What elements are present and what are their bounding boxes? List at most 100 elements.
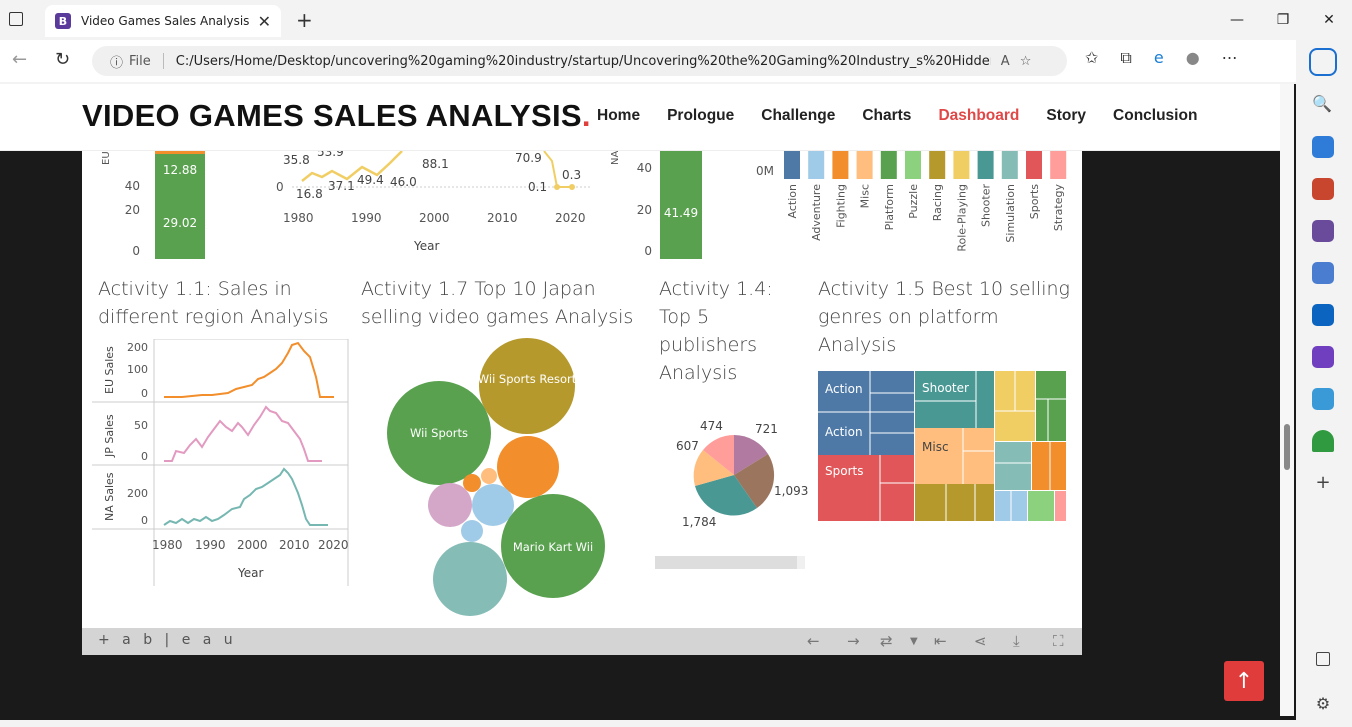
- undo-icon[interactable]: ←: [807, 632, 820, 650]
- genre-bar: [929, 151, 946, 179]
- shopping-icon[interactable]: [1312, 136, 1334, 158]
- eu-axis-label: EU: [101, 151, 112, 165]
- download-icon[interactable]: ⤓: [1013, 632, 1020, 650]
- tab-actions-icon[interactable]: [9, 12, 23, 26]
- tableau-dashboard[interactable]: EU 40 20 0 12.88 29.02 0 35.8 53.9 16.8 …: [82, 151, 1082, 628]
- info-icon[interactable]: ⓘ: [110, 52, 123, 71]
- line-label: 35.8: [283, 153, 310, 167]
- games-icon[interactable]: [1312, 220, 1334, 242]
- genre-bar: [880, 151, 897, 179]
- microsoft365-icon[interactable]: [1312, 262, 1334, 284]
- fullscreen-icon[interactable]: ⛶: [1053, 632, 1064, 650]
- pie-label: 607: [676, 439, 699, 453]
- tab-title: Video Games Sales Analysis: [81, 14, 250, 28]
- x-tick: 1990: [195, 538, 226, 552]
- revert-all-icon[interactable]: ⇤: [934, 632, 947, 650]
- back-icon[interactable]: ←: [12, 49, 27, 70]
- nav-dashboard[interactable]: Dashboard: [938, 107, 1019, 125]
- jp-panel: [153, 401, 349, 466]
- send-icon[interactable]: [1312, 388, 1334, 410]
- copilot-icon[interactable]: [1309, 48, 1337, 76]
- site-header: VIDEO GAMES SALES ANALYSIS. Home Prologu…: [0, 84, 1280, 151]
- tile: [915, 428, 994, 484]
- brand-text: VIDEO GAMES SALES ANALYSIS: [82, 98, 582, 133]
- browser-tab[interactable]: B Video Games Sales Analysis ✕: [45, 5, 281, 37]
- genre-bar: [856, 151, 873, 179]
- genre-label: Misc: [859, 184, 872, 208]
- y-tick: 0: [276, 180, 284, 194]
- minimize-icon[interactable]: —: [1214, 0, 1260, 40]
- nav-challenge[interactable]: Challenge: [761, 107, 835, 125]
- nav-prologue[interactable]: Prologue: [667, 107, 734, 125]
- nav-home[interactable]: Home: [597, 107, 640, 125]
- nav-story[interactable]: Story: [1046, 107, 1086, 125]
- address-bar[interactable]: ⓘ File C:/Users/Home/Desktop/uncovering%…: [92, 46, 1067, 76]
- tile: [915, 371, 994, 428]
- page-scrollbar[interactable]: [1280, 84, 1294, 716]
- designer-icon[interactable]: [1312, 346, 1334, 368]
- share-icon[interactable]: ⋖: [974, 632, 987, 650]
- tableau-logo[interactable]: + a b | e a u: [98, 632, 237, 648]
- genre-label: Simulation: [1004, 184, 1017, 243]
- line-label: 16.8: [296, 187, 323, 201]
- tools-icon[interactable]: [1312, 178, 1334, 200]
- add-favorite-icon[interactable]: ☆: [1020, 54, 1032, 69]
- tableau-toolbar: + a b | e a u ← → ⇄ ▼ ⇤ ⋖ ⤓ ⛶: [82, 628, 1082, 655]
- tile-label: Action: [825, 425, 863, 439]
- bubble: [497, 436, 559, 498]
- bubble: [428, 483, 472, 527]
- top-line-chart: 0 35.8 53.9 16.8 37.1 49.4 46.0 88.1 70.…: [276, 151, 592, 253]
- address-bar-row: ← ↻ ⓘ File C:/Users/Home/Desktop/uncover…: [0, 40, 1352, 82]
- maximize-icon[interactable]: ❐: [1260, 0, 1306, 40]
- na-bar: [660, 151, 702, 259]
- site-brand[interactable]: VIDEO GAMES SALES ANALYSIS.: [82, 98, 591, 134]
- redo-icon[interactable]: →: [847, 632, 860, 650]
- genre-label: Role-Playing: [955, 184, 968, 252]
- edge-icon[interactable]: e: [1154, 48, 1164, 68]
- tree-icon[interactable]: [1312, 430, 1334, 452]
- nav-charts[interactable]: Charts: [862, 107, 911, 125]
- window-controls: — ❐ ✕: [1214, 0, 1352, 40]
- pie-label: 1,093: [774, 484, 808, 498]
- x-tick: 2010: [487, 211, 518, 225]
- close-tab-icon[interactable]: ✕: [258, 12, 271, 31]
- eu-tick: 200: [127, 341, 148, 354]
- search-icon[interactable]: 🔍: [1312, 94, 1334, 116]
- favorites-icon[interactable]: ✩: [1085, 48, 1098, 68]
- back-to-top-button[interactable]: ↑: [1224, 661, 1264, 701]
- line-label: 46.0: [390, 175, 417, 189]
- revert-dropdown-icon[interactable]: ▼: [910, 636, 918, 647]
- read-aloud-icon[interactable]: A: [1001, 54, 1010, 69]
- tile-label: Action: [825, 382, 863, 396]
- genre-label: Platform: [883, 184, 896, 230]
- eu-tick: 40: [125, 179, 140, 193]
- horizontal-scroll-thumb[interactable]: [655, 556, 797, 569]
- tile: [915, 484, 994, 521]
- add-sidebar-icon[interactable]: +: [1312, 472, 1334, 494]
- activity-1-1-title: Activity 1.1: Sales in different region …: [98, 278, 329, 328]
- settings-gear-icon[interactable]: ⚙: [1312, 694, 1334, 716]
- jp-sales-line: [164, 405, 322, 462]
- revert-icon[interactable]: ⇄: [880, 632, 893, 650]
- genre-bar: [905, 151, 921, 179]
- x-tick: 2000: [419, 211, 450, 225]
- more-menu-icon[interactable]: ⋯: [1222, 48, 1238, 68]
- activity-1-4-title: Activity 1.4: Top 5 publishers Analysis: [659, 278, 773, 384]
- split-screen-icon[interactable]: [1316, 652, 1330, 666]
- nav-conclusion[interactable]: Conclusion: [1113, 107, 1197, 125]
- profile-avatar[interactable]: ●: [1186, 48, 1200, 68]
- collections-icon[interactable]: ⧉: [1120, 48, 1131, 68]
- genre-zero-tick: 0M: [756, 164, 774, 178]
- horizontal-scrollbar[interactable]: [655, 556, 805, 569]
- bubble: [433, 542, 507, 616]
- outlook-icon[interactable]: [1312, 304, 1334, 326]
- tile: [1055, 491, 1066, 521]
- url-text[interactable]: C:/Users/Home/Desktop/uncovering%20gamin…: [176, 54, 991, 69]
- scrollbar-thumb[interactable]: [1284, 424, 1290, 470]
- close-window-icon[interactable]: ✕: [1306, 0, 1352, 40]
- eu-sales-label: EU Sales: [103, 346, 116, 394]
- tile-label: Misc: [922, 440, 949, 454]
- new-tab-icon[interactable]: +: [296, 8, 313, 32]
- na-axis-label: NA: [610, 151, 621, 165]
- refresh-icon[interactable]: ↻: [55, 49, 70, 70]
